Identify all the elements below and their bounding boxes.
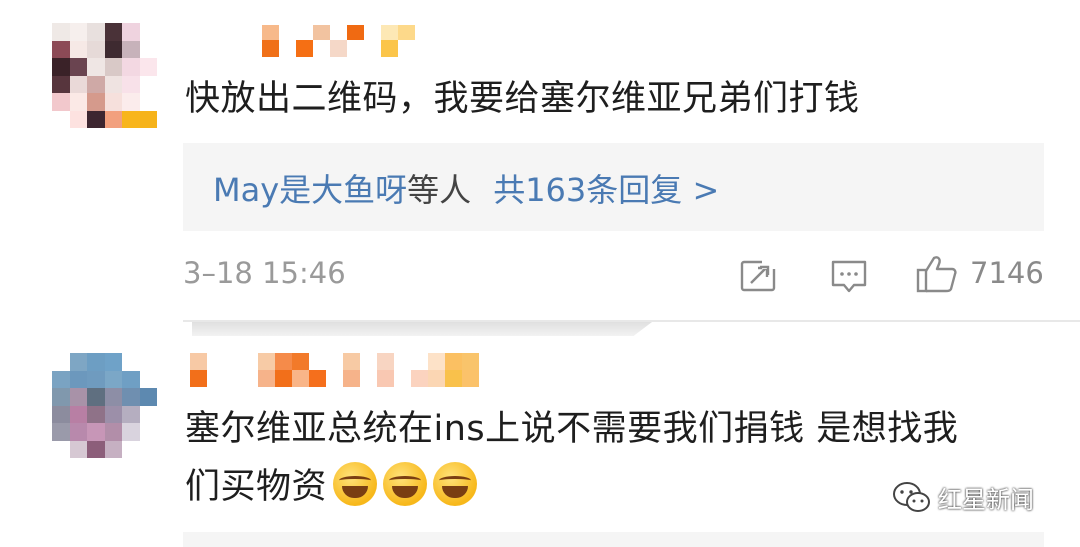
username-redacted[interactable]	[190, 353, 479, 370]
replies-preview[interactable]: May是大鱼呀等人 共163条回复 >	[183, 143, 1044, 231]
replies-preview[interactable]	[183, 532, 1044, 547]
tears-of-joy-emoji	[333, 462, 378, 506]
avatar[interactable]	[52, 23, 157, 128]
watermark-text: 红星新闻	[938, 486, 1034, 514]
reply-count-link[interactable]: 共163条回复 >	[493, 171, 719, 209]
reply-author-suffix: 等人	[407, 171, 472, 209]
forward-icon[interactable]	[740, 259, 778, 293]
reply-icon[interactable]	[830, 259, 868, 295]
tears-of-joy-emoji	[433, 462, 478, 506]
comment-text: 快放出二维码，我要给塞尔维亚兄弟们打钱	[185, 79, 860, 119]
comment-text-line2: 们买物资	[185, 458, 478, 516]
like-count: 7146	[970, 256, 1044, 290]
thumbs-up-icon[interactable]	[916, 254, 958, 294]
watermark: 红星新闻	[892, 480, 1034, 515]
username-redacted-row2	[262, 40, 415, 57]
comment-timestamp: 3–18 15:46	[183, 256, 346, 290]
wechat-icon	[893, 481, 930, 512]
comment-divider	[183, 320, 1080, 322]
reply-author-link[interactable]: May是大鱼呀	[213, 171, 407, 209]
username-redacted-row2	[190, 370, 479, 387]
comment-text: 塞尔维亚总统在ins上说不需要我们捐钱 是想找我	[185, 409, 959, 449]
avatar[interactable]	[52, 353, 157, 458]
divider-shadow	[192, 322, 652, 336]
tears-of-joy-emoji	[383, 462, 428, 506]
